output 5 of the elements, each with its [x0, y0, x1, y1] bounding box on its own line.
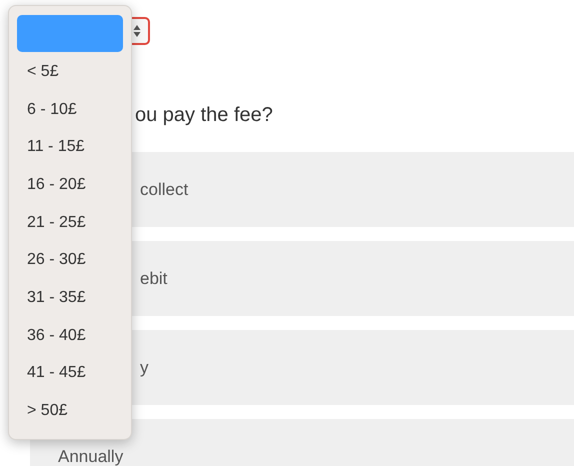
answer-option[interactable]: Annually: [30, 419, 574, 466]
question-text: ou pay the fee?: [135, 103, 274, 127]
menu-item[interactable]: [17, 15, 123, 52]
menu-item[interactable]: 6 - 10£: [17, 90, 123, 128]
menu-item[interactable]: < 5£: [17, 53, 123, 91]
